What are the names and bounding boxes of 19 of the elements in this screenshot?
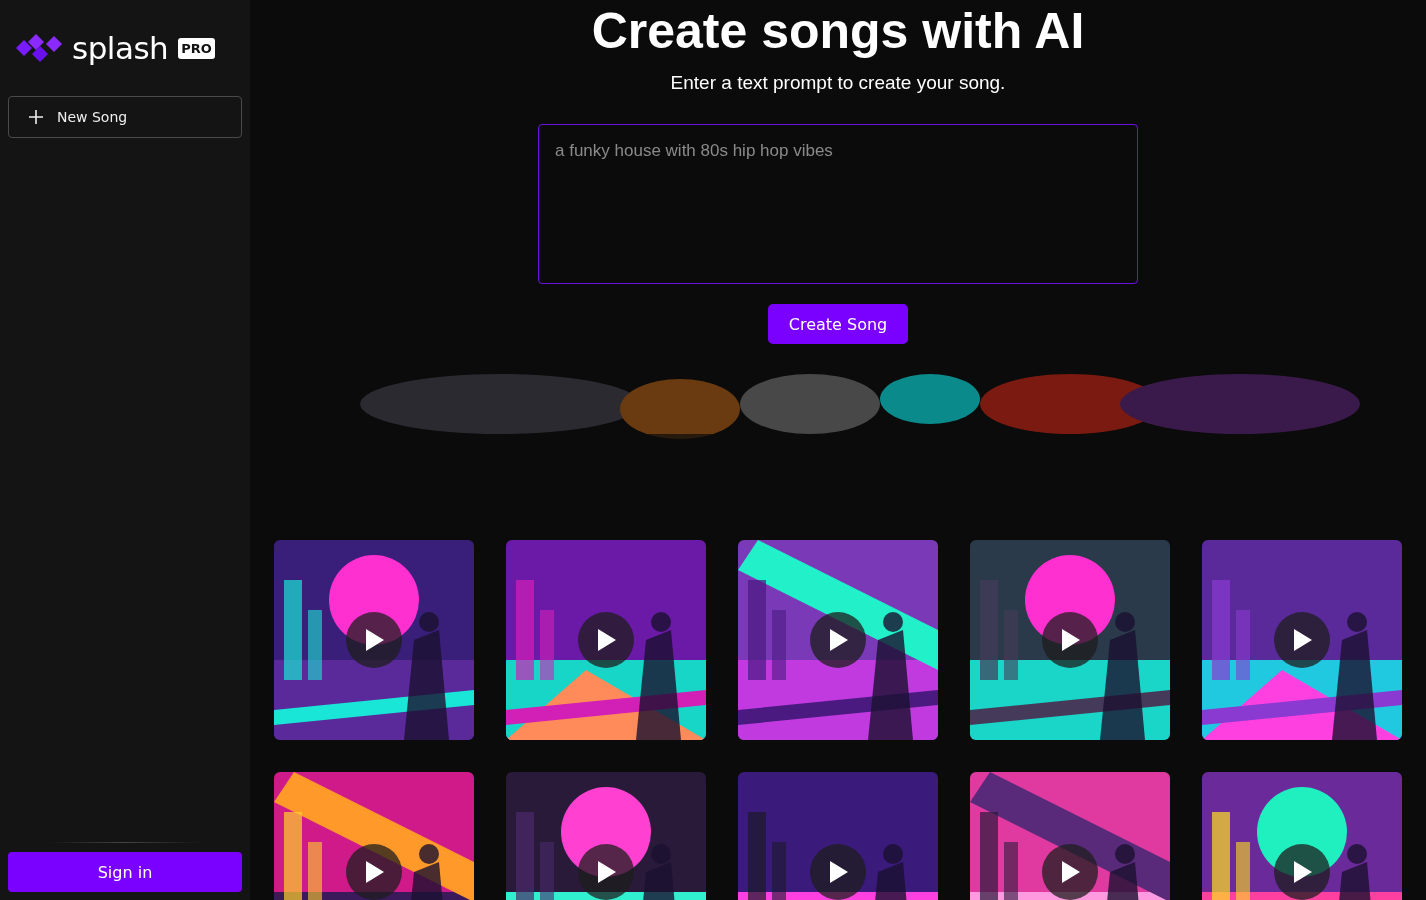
play-icon [1060, 861, 1080, 883]
page-subtitle: Enter a text prompt to create your song. [670, 72, 1006, 94]
logo-text: splash [72, 30, 169, 66]
create-song-button[interactable]: Create Song [767, 304, 909, 344]
play-icon [828, 861, 848, 883]
play-icon [596, 861, 616, 883]
new-song-button[interactable]: New Song [8, 96, 242, 138]
plus-icon [29, 110, 43, 124]
play-icon [828, 629, 848, 651]
sign-in-button[interactable]: Sign in [8, 852, 242, 892]
pro-badge: PRO [178, 37, 215, 59]
play-icon [364, 629, 384, 651]
play-icon [1292, 861, 1312, 883]
play-icon [1060, 629, 1080, 651]
prompt-field[interactable]: a funky house with 80s hip hop vibes [538, 124, 1138, 284]
page-title: Create songs with AI [591, 2, 1085, 60]
play-icon [1292, 629, 1312, 651]
play-icon [596, 629, 616, 651]
play-icon [364, 861, 384, 883]
